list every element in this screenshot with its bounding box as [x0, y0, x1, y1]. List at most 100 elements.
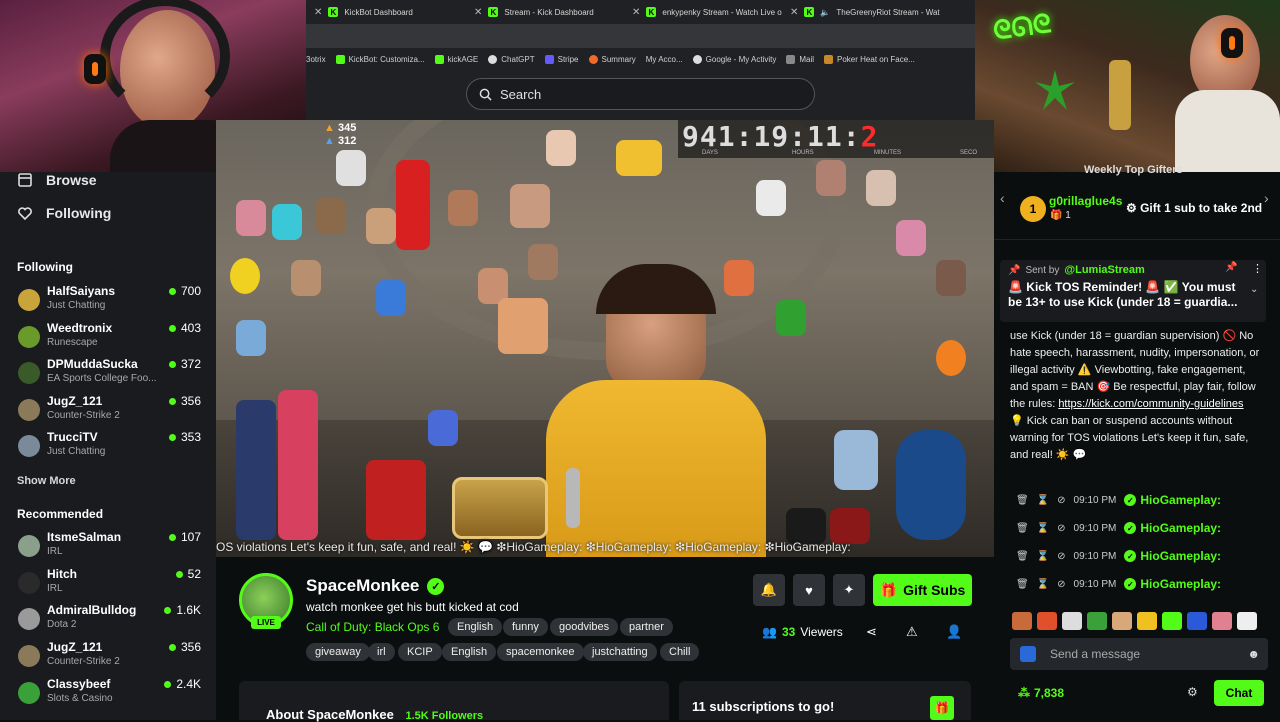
- channel-points[interactable]: ⁂ 7,838: [1018, 686, 1064, 700]
- recommended-channel-item[interactable]: JugZ_121 Counter-Strike 2 356: [18, 640, 203, 676]
- delete-icon[interactable]: 🗑: [1016, 495, 1029, 506]
- tag[interactable]: justchatting: [583, 643, 657, 661]
- emote[interactable]: [1162, 612, 1182, 630]
- emote[interactable]: [1037, 612, 1057, 630]
- microphone: [566, 468, 580, 528]
- chevron-left-icon[interactable]: ‹: [1000, 190, 1005, 206]
- tab-enkypenky[interactable]: ✕ K enkypenky Stream - Watch Live o: [632, 2, 782, 22]
- tab-kick-dashboard[interactable]: ✕ K Stream - Kick Dashboard: [474, 2, 594, 22]
- guidelines-link[interactable]: https://kick.com/community-guidelines: [1058, 398, 1243, 410]
- gift-icon[interactable]: 🎁: [930, 696, 954, 720]
- channel-name: Classybeef: [47, 677, 111, 691]
- following-channel-item[interactable]: DPMuddaSucka EA Sports College Foo... 37…: [18, 357, 203, 393]
- gear-icon[interactable]: ⚙: [1187, 685, 1198, 699]
- emote[interactable]: [1062, 612, 1082, 630]
- avatar: [18, 608, 40, 630]
- emote[interactable]: [1087, 612, 1107, 630]
- bookmark[interactable]: Summary: [588, 54, 636, 64]
- emoji-icon[interactable]: ☻: [1247, 647, 1260, 661]
- chevron-down-icon[interactable]: ⌄: [1250, 284, 1258, 295]
- timeout-icon[interactable]: ⌛: [1037, 551, 1049, 562]
- chevron-right-icon[interactable]: ›: [1264, 190, 1269, 206]
- tag[interactable]: funny: [503, 618, 548, 636]
- tag[interactable]: Chill: [660, 643, 700, 661]
- bookmark[interactable]: ChatGPT: [488, 54, 535, 64]
- stream-category-link[interactable]: Call of Duty: Black Ops 6: [306, 620, 439, 634]
- recommended-channel-item[interactable]: Classybeef Slots & Casino 2.4K: [18, 677, 203, 713]
- nav-following-label: Following: [46, 205, 112, 221]
- video-player[interactable]: ▲ 345 ▲ 312 941:19:11:2 DAYS HOURS MINUT…: [216, 120, 994, 557]
- tag[interactable]: English: [442, 643, 497, 661]
- avatar: [18, 362, 40, 384]
- chat-input[interactable]: Send a message ☻: [1010, 638, 1268, 670]
- tab-thegreenyriot[interactable]: ✕ K 🔈 TheGreenyRiot Stream - Wat: [790, 2, 940, 22]
- bookmark[interactable]: Stripe: [544, 54, 579, 64]
- notification-button[interactable]: 🔔: [753, 574, 785, 606]
- bookmark[interactable]: My Acco...: [646, 55, 683, 64]
- recommended-channel-item[interactable]: AdmiralBulldog Dota 2 1.6K: [18, 603, 203, 639]
- avatar: [18, 572, 40, 594]
- bookmark[interactable]: 3otrix: [306, 55, 326, 64]
- recommended-channel-item[interactable]: Hitch IRL 52: [18, 567, 203, 603]
- bookmark[interactable]: Mail: [786, 54, 814, 64]
- channel-category: IRL: [47, 583, 63, 594]
- timeout-icon[interactable]: ⌛: [1037, 523, 1049, 534]
- following-channel-item[interactable]: HalfSaiyans Just Chatting 700: [18, 284, 203, 320]
- delete-icon[interactable]: 🗑: [1016, 579, 1029, 590]
- tab-label: Stream - Kick Dashboard: [504, 7, 594, 17]
- close-icon[interactable]: ✕: [314, 7, 322, 18]
- nav-browse[interactable]: Browse: [18, 172, 97, 188]
- gift-subs-button[interactable]: 🎁 Gift Subs: [873, 574, 972, 606]
- channel-name-heading[interactable]: SpaceMonkee ✓: [306, 576, 445, 596]
- timeout-icon[interactable]: ⌛: [1037, 579, 1049, 590]
- more-options-icon[interactable]: ⋮: [1252, 262, 1263, 275]
- bookmark[interactable]: KickBot: Customiza...: [335, 54, 425, 64]
- ban-icon[interactable]: ⊘: [1057, 579, 1065, 590]
- following-channel-item[interactable]: TrucciTV Just Chatting 353: [18, 430, 203, 466]
- subscribe-button[interactable]: ✦: [833, 574, 865, 606]
- search-input[interactable]: Search: [466, 78, 815, 110]
- timeout-icon[interactable]: ⌛: [1037, 495, 1049, 506]
- tag[interactable]: spacemonkee: [497, 643, 584, 661]
- mute-icon[interactable]: 🔈: [820, 8, 830, 17]
- recommended-channel-item[interactable]: ItsmeSalman IRL 107: [18, 530, 203, 566]
- bookmark[interactable]: kickAGE: [434, 54, 478, 64]
- bookmark[interactable]: Google - My Activity: [692, 54, 776, 64]
- gift-prompt[interactable]: ⚙ Gift 1 sub to take 2nd: [1126, 201, 1262, 215]
- points-icon: ⁂: [1018, 686, 1030, 700]
- bookmark[interactable]: Poker Heat on Face...: [824, 54, 915, 64]
- face-sticker: [448, 190, 478, 226]
- emote[interactable]: [1187, 612, 1207, 630]
- following-channel-item[interactable]: JugZ_121 Counter-Strike 2 356: [18, 394, 203, 430]
- emote[interactable]: [1237, 612, 1257, 630]
- emote[interactable]: [1137, 612, 1157, 630]
- ban-icon[interactable]: ⊘: [1057, 523, 1065, 534]
- chat-send-button[interactable]: Chat: [1214, 680, 1264, 706]
- close-icon[interactable]: ✕: [790, 7, 798, 18]
- tag[interactable]: irl: [368, 643, 395, 661]
- tag[interactable]: partner: [620, 618, 673, 636]
- delete-icon[interactable]: 🗑: [1016, 523, 1029, 534]
- emote[interactable]: [1112, 612, 1132, 630]
- tag[interactable]: goodvibes: [550, 618, 619, 636]
- nav-following[interactable]: Following: [18, 205, 111, 221]
- emote[interactable]: [1212, 612, 1232, 630]
- report-icon[interactable]: ⚠: [906, 624, 918, 640]
- follow-button[interactable]: ♥: [793, 574, 825, 606]
- add-user-icon[interactable]: 👤: [946, 624, 962, 640]
- tab-kickbot[interactable]: ✕ K KickBot Dashboard: [314, 2, 413, 22]
- ban-icon[interactable]: ⊘: [1057, 495, 1065, 506]
- ban-icon[interactable]: ⊘: [1057, 551, 1065, 562]
- show-more-button[interactable]: Show More: [17, 475, 76, 487]
- top-gifter-name[interactable]: g0rillaglue4s: [1049, 194, 1122, 208]
- share-icon[interactable]: ⋖: [866, 624, 877, 640]
- pin-icon[interactable]: 📌: [1225, 262, 1237, 273]
- tag[interactable]: KCIP: [398, 643, 442, 661]
- close-icon[interactable]: ✕: [632, 7, 640, 18]
- following-channel-item[interactable]: Weedtronix Runescape 403: [18, 321, 203, 357]
- tag[interactable]: English: [448, 618, 503, 636]
- close-icon[interactable]: ✕: [474, 7, 482, 18]
- delete-icon[interactable]: 🗑: [1016, 551, 1029, 562]
- emote[interactable]: [1012, 612, 1032, 630]
- tag[interactable]: giveaway: [306, 643, 370, 661]
